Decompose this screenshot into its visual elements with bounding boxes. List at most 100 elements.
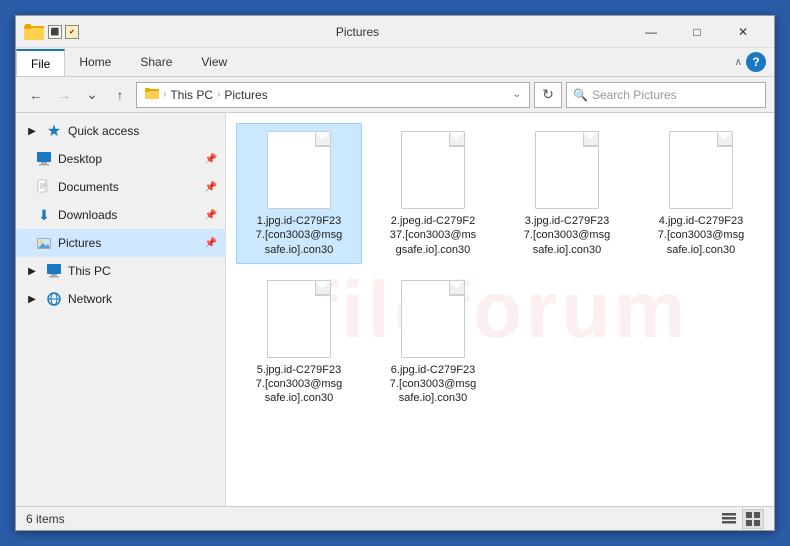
file-area: fileforum 1.jpg.id-C279F237.[con3003@msg…	[226, 113, 774, 506]
file-corner	[316, 132, 330, 146]
network-icon	[46, 291, 62, 307]
file-name: 6.jpg.id-C279F237.[con3003@msgsafe.io].c…	[390, 363, 476, 406]
file-grid: 1.jpg.id-C279F237.[con3003@msgsafe.io].c…	[236, 123, 764, 413]
documents-pin-icon: 📌	[205, 182, 217, 193]
ribbon-right: ∧ ?	[735, 48, 774, 76]
status-bar: 6 items	[16, 506, 774, 530]
file-icon-wrapper	[661, 130, 741, 210]
ribbon: File Home Share View ∧ ?	[16, 48, 774, 77]
grid-view-button[interactable]	[742, 509, 764, 529]
back-button[interactable]: ←	[24, 83, 48, 107]
window-icon	[24, 22, 44, 42]
file-name: 2.jpeg.id-C279F237.[con3003@msgsafe.io].…	[390, 214, 476, 257]
title-controls: — □ ✕	[628, 16, 766, 48]
up-button[interactable]: ↑	[108, 83, 132, 107]
path-sep-1: ›	[163, 89, 166, 100]
thispc-icon	[46, 263, 62, 279]
search-placeholder[interactable]: Search Pictures	[592, 88, 759, 102]
search-icon: 🔍	[573, 88, 588, 102]
file-icon-wrapper	[393, 130, 473, 210]
sidebar-label-pictures: Pictures	[58, 236, 101, 250]
explorer-window: ⬛ ✔ Pictures — □ ✕ File Home Share View …	[15, 15, 775, 531]
recent-locations-button[interactable]: ⌄	[80, 83, 104, 107]
sidebar-item-desktop[interactable]: Desktop 📌	[16, 145, 225, 173]
tab-home[interactable]: Home	[65, 48, 126, 76]
pictures-icon	[36, 235, 52, 251]
quickaccess-chevron-icon: ▶	[24, 123, 40, 139]
list-view-button[interactable]	[718, 509, 740, 529]
path-dropdown-icon[interactable]: ⌄	[513, 89, 521, 100]
sidebar-item-downloads[interactable]: ⬇ Downloads 📌	[16, 201, 225, 229]
window-title: Pictures	[87, 25, 628, 39]
sidebar-label-network: Network	[68, 292, 112, 306]
file-page-icon	[669, 131, 733, 209]
network-chevron-icon: ▶	[24, 291, 40, 307]
sidebar-label-desktop: Desktop	[58, 152, 102, 166]
ribbon-tab-bar: File Home Share View ∧ ?	[16, 48, 774, 76]
file-name: 1.jpg.id-C279F237.[con3003@msgsafe.io].c…	[256, 214, 342, 257]
file-page-icon	[267, 131, 331, 209]
documents-icon	[36, 179, 52, 195]
path-thispc[interactable]: This PC	[170, 88, 213, 102]
file-corner	[718, 132, 732, 146]
thispc-chevron-icon: ▶	[24, 263, 40, 279]
desktop-icon	[36, 151, 52, 167]
tab-file[interactable]: File	[16, 49, 65, 76]
search-box[interactable]: 🔍 Search Pictures	[566, 82, 766, 108]
ribbon-collapse-icon[interactable]: ∧	[735, 57, 742, 68]
list-item[interactable]: 5.jpg.id-C279F237.[con3003@msgsafe.io].c…	[236, 272, 362, 413]
file-corner	[450, 281, 464, 295]
file-icon-wrapper	[527, 130, 607, 210]
list-item[interactable]: 3.jpg.id-C279F237.[con3003@msgsafe.io].c…	[504, 123, 630, 264]
sidebar-item-thispc[interactable]: ▶ This PC	[16, 257, 225, 285]
file-corner	[450, 132, 464, 146]
list-item[interactable]: 6.jpg.id-C279F237.[con3003@msgsafe.io].c…	[370, 272, 496, 413]
sidebar-label-quickaccess: Quick access	[68, 124, 139, 138]
file-corner	[316, 281, 330, 295]
sidebar-item-pictures[interactable]: Pictures 📌	[16, 229, 225, 257]
sidebar-item-documents[interactable]: Documents 📌	[16, 173, 225, 201]
file-name: 3.jpg.id-C279F237.[con3003@msgsafe.io].c…	[524, 214, 610, 257]
file-page-icon	[401, 131, 465, 209]
sidebar-item-network[interactable]: ▶ Network	[16, 285, 225, 313]
tab-view[interactable]: View	[187, 48, 242, 76]
sidebar-item-quickaccess[interactable]: ▶ ★ Quick access	[16, 117, 225, 145]
sidebar-label-documents: Documents	[58, 180, 119, 194]
sidebar-label-downloads: Downloads	[58, 208, 117, 222]
item-count: 6 items	[26, 512, 65, 526]
file-page-icon	[267, 280, 331, 358]
file-page-icon	[535, 131, 599, 209]
file-name: 4.jpg.id-C279F237.[con3003@msgsafe.io].c…	[658, 214, 744, 257]
file-icon-wrapper	[393, 279, 473, 359]
quickaccess-star-icon: ★	[46, 123, 62, 139]
address-bar: ← → ⌄ ↑ › This PC › Pictures ⌄ ↻ 🔍 Searc…	[16, 77, 774, 113]
list-item[interactable]: 4.jpg.id-C279F237.[con3003@msgsafe.io].c…	[638, 123, 764, 264]
address-path[interactable]: › This PC › Pictures ⌄	[136, 82, 530, 108]
main-content: ▶ ★ Quick access Desktop 📌	[16, 113, 774, 506]
help-button[interactable]: ?	[746, 52, 766, 72]
path-icon	[145, 86, 159, 103]
list-item[interactable]: 1.jpg.id-C279F237.[con3003@msgsafe.io].c…	[236, 123, 362, 264]
path-pictures[interactable]: Pictures	[224, 88, 267, 102]
minimize-button[interactable]: —	[628, 16, 674, 48]
tab-share[interactable]: Share	[126, 48, 187, 76]
sidebar-label-thispc: This PC	[68, 264, 111, 278]
pictures-pin-icon: 📌	[205, 238, 217, 249]
path-sep-2: ›	[217, 89, 220, 100]
refresh-button[interactable]: ↻	[534, 82, 562, 108]
downloads-pin-icon: 📌	[205, 210, 217, 221]
close-button[interactable]: ✕	[720, 16, 766, 48]
file-page-icon	[401, 280, 465, 358]
title-bar: ⬛ ✔ Pictures — □ ✕	[16, 16, 774, 48]
file-name: 5.jpg.id-C279F237.[con3003@msgsafe.io].c…	[256, 363, 342, 406]
file-icon-wrapper	[259, 130, 339, 210]
view-controls	[718, 509, 764, 529]
list-item[interactable]: 2.jpeg.id-C279F237.[con3003@msgsafe.io].…	[370, 123, 496, 264]
downloads-icon: ⬇	[36, 207, 52, 223]
sidebar: ▶ ★ Quick access Desktop 📌	[16, 113, 226, 506]
maximize-button[interactable]: □	[674, 16, 720, 48]
forward-button[interactable]: →	[52, 83, 76, 107]
file-icon-wrapper	[259, 279, 339, 359]
file-corner	[584, 132, 598, 146]
desktop-pin-icon: 📌	[205, 154, 217, 165]
